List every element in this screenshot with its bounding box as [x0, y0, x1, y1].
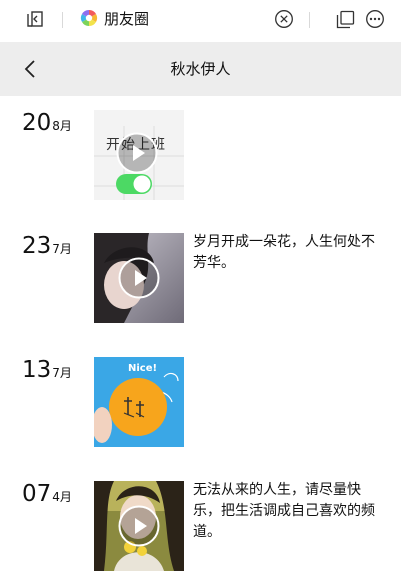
mini-program-bar: 朋友圈 — [0, 0, 401, 42]
thumbnail-caption: Nice! — [128, 363, 158, 374]
post-video-thumbnail[interactable]: 开始上班 — [94, 110, 184, 200]
post-month: 8月 — [52, 119, 72, 133]
more-icon[interactable] — [365, 9, 385, 29]
divider — [62, 12, 63, 28]
exit-icon[interactable] — [26, 10, 44, 28]
copy-icon[interactable] — [336, 10, 355, 29]
nav-header: 秋水伊人 — [0, 42, 401, 96]
post-date: 237月 — [22, 233, 72, 259]
close-icon[interactable] — [274, 9, 294, 29]
divider — [309, 12, 310, 28]
post-date: 208月 — [22, 110, 72, 136]
play-icon[interactable] — [116, 132, 158, 174]
moments-feed[interactable]: 208月 开始上班 237月 — [0, 96, 401, 571]
post-day: 23 — [22, 233, 52, 259]
post-month: 7月 — [52, 242, 72, 256]
post-video-thumbnail[interactable] — [94, 233, 184, 323]
post-day: 07 — [22, 481, 52, 507]
post-day: 13 — [22, 357, 52, 383]
play-icon[interactable] — [118, 505, 160, 547]
page-title: 秋水伊人 — [170, 60, 231, 78]
post-text: 岁月开成一朵花，人生何处不芳华。 — [193, 234, 375, 271]
post-month: 4月 — [52, 490, 72, 504]
post-date: 074月 — [22, 481, 72, 507]
post-month: 7月 — [52, 366, 72, 380]
moments-logo-icon — [80, 9, 98, 27]
post-day: 20 — [22, 110, 52, 136]
play-icon[interactable] — [118, 257, 160, 299]
post-text: 无法从来的人生，请尽量快乐，把生活调成自己喜欢的频道。 — [193, 482, 375, 540]
app-name: 朋友圈 — [104, 10, 150, 28]
post-image-thumbnail[interactable]: Nice! — [94, 357, 184, 447]
post-date: 137月 — [22, 357, 72, 383]
